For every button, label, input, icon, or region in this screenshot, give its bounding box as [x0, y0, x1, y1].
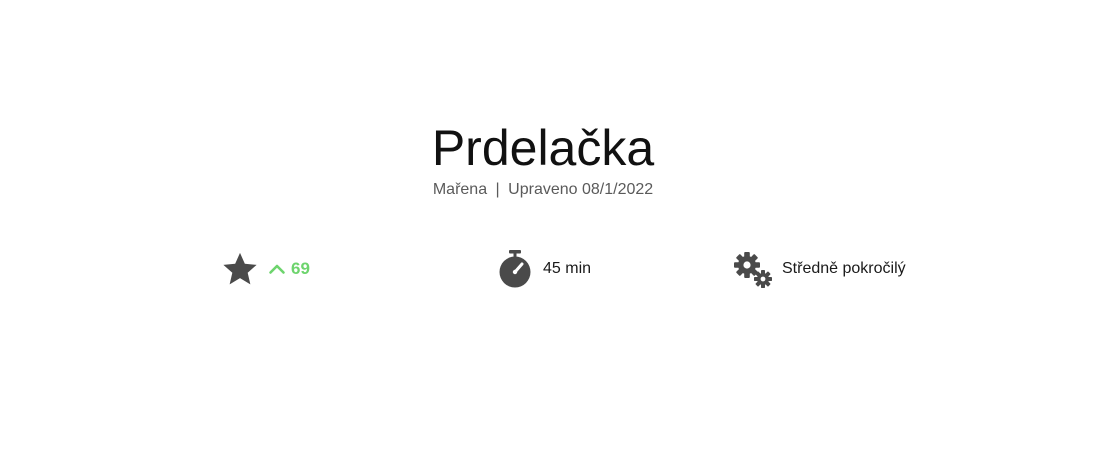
recipe-stats: 69 45 min Středně pokročilý — [0, 248, 1102, 290]
recipe-meta: Mařena | Upraveno 08/1/2022 — [0, 180, 1086, 200]
author-name[interactable]: Mařena — [433, 181, 487, 198]
stopwatch-icon — [497, 249, 533, 289]
cook-time: 45 min — [543, 260, 592, 277]
vote-group: 69 — [268, 259, 310, 279]
difficulty-stat: Středně pokročilý — [734, 248, 906, 290]
time-stat: 45 min — [497, 248, 591, 290]
rating-stat: 69 — [221, 248, 310, 290]
meta-separator: | — [495, 181, 500, 198]
gears-icon — [734, 249, 772, 289]
updated-date: Upraveno 08/1/2022 — [508, 181, 654, 198]
rating-count: 69 — [291, 259, 310, 278]
difficulty-level: Středně pokročilý — [782, 260, 906, 277]
recipe-header: Prdelačka Mařena | Upraveno 08/1/2022 — [0, 118, 1086, 200]
recipe-title: Prdelačka — [431, 120, 655, 176]
star-icon — [221, 250, 259, 288]
chevron-up-icon[interactable] — [268, 260, 286, 278]
